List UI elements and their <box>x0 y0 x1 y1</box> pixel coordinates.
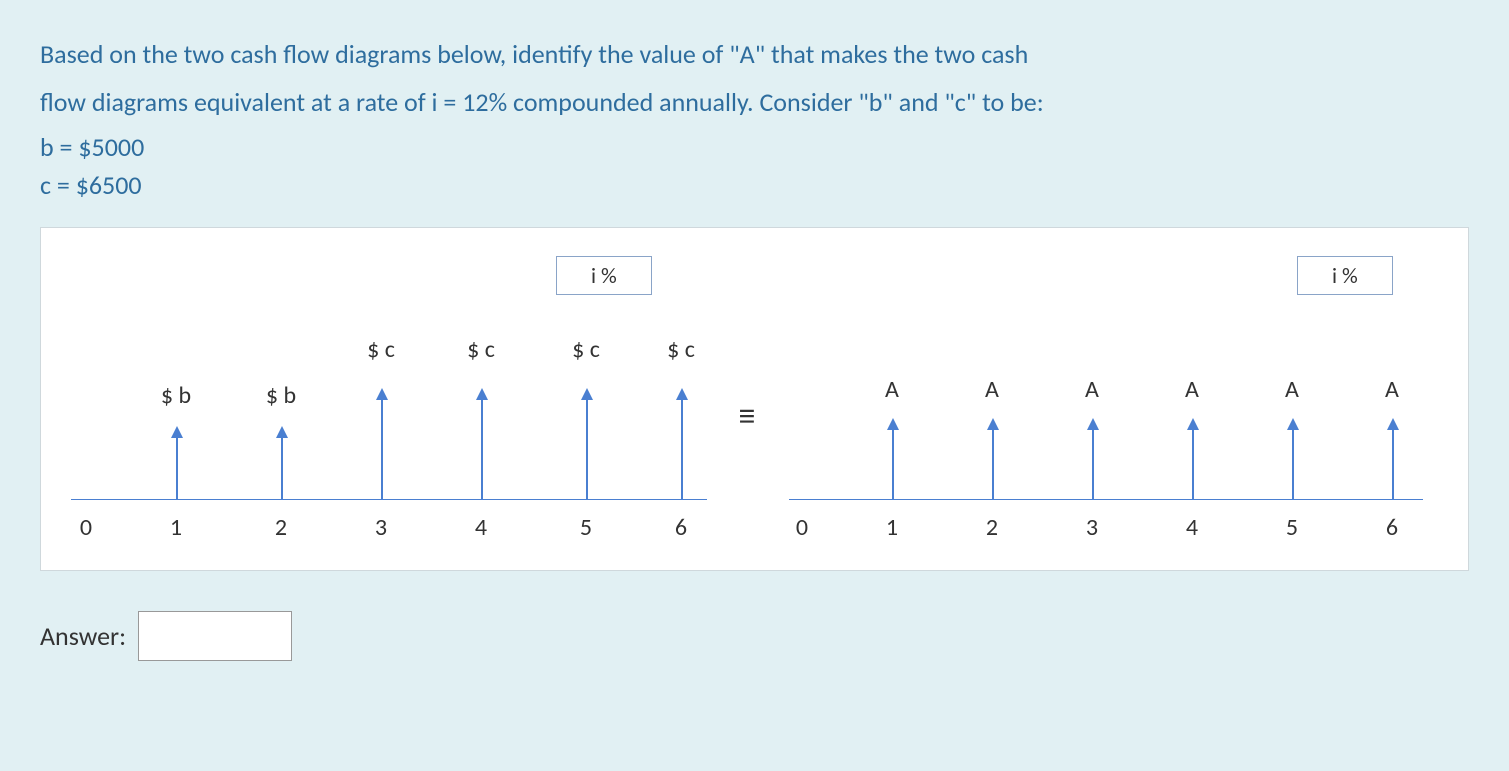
cashflow-arrow <box>381 390 383 500</box>
period-tick: 3 <box>1077 513 1107 542</box>
cashflow-arrow <box>176 428 178 500</box>
cashflow-label: $ b <box>266 381 296 410</box>
given-values: b = $5000 c = $6500 <box>40 131 1469 201</box>
cashflow-diagram-right: i % 0 1 2 3 4 5 6 A A A A A A <box>767 256 1453 556</box>
cashflow-label: A <box>1185 375 1199 404</box>
cashflow-arrow <box>1292 420 1294 500</box>
cashflow-diagram-left: i % 0 1 2 3 4 5 6 $ b $ b $ c $ c $ c $ c <box>41 256 727 556</box>
page-root: Based on the two cash flow diagrams belo… <box>0 0 1509 681</box>
cashflow-label: A <box>1085 375 1099 404</box>
period-tick: 1 <box>161 513 191 542</box>
question-line-1: Based on the two cash flow diagrams belo… <box>40 36 1240 74</box>
period-tick: 6 <box>1377 513 1407 542</box>
rate-box-left: i % <box>556 256 652 295</box>
question-line-2: flow diagrams equivalent at a rate of i … <box>40 84 1240 122</box>
period-tick: 5 <box>1277 513 1307 542</box>
time-axis-left <box>71 499 707 500</box>
period-tick: 2 <box>977 513 1007 542</box>
cashflow-label: A <box>1285 375 1299 404</box>
answer-label: Answer: <box>40 620 126 652</box>
cashflow-label: $ c <box>367 335 395 364</box>
cashflow-label: $ b <box>161 381 191 410</box>
cashflow-label: A <box>885 375 899 404</box>
period-tick: 5 <box>571 513 601 542</box>
cashflow-arrow <box>681 390 683 500</box>
time-axis-right <box>789 499 1423 500</box>
cashflow-label: A <box>985 375 999 404</box>
question-text: Based on the two cash flow diagrams belo… <box>40 36 1240 121</box>
cashflow-arrow <box>281 428 283 500</box>
period-tick: 4 <box>466 513 496 542</box>
period-tick: 1 <box>877 513 907 542</box>
value-b: b = $5000 <box>40 131 1469 163</box>
cashflow-arrow <box>1392 420 1394 500</box>
period-tick: 4 <box>1177 513 1207 542</box>
cashflow-label: $ c <box>667 335 695 364</box>
cashflow-arrow <box>892 420 894 500</box>
answer-input[interactable] <box>138 611 292 661</box>
cashflow-arrow <box>586 390 588 500</box>
answer-row: Answer: <box>40 611 1469 661</box>
period-tick: 6 <box>666 513 696 542</box>
period-tick: 3 <box>366 513 396 542</box>
period-tick: 2 <box>266 513 296 542</box>
value-c: c = $6500 <box>40 169 1469 201</box>
cashflow-arrow <box>1192 420 1194 500</box>
period-tick: 0 <box>71 513 101 542</box>
cashflow-arrow <box>1092 420 1094 500</box>
diagram-container: i % 0 1 2 3 4 5 6 $ b $ b $ c $ c $ c $ c ≡ i % 0 1 2 3… <box>40 227 1469 571</box>
equivalence-symbol: ≡ <box>727 396 767 437</box>
rate-box-right: i % <box>1297 256 1393 295</box>
cashflow-label: A <box>1385 375 1399 404</box>
cashflow-arrow <box>481 390 483 500</box>
cashflow-label: $ c <box>572 335 600 364</box>
cashflow-label: $ c <box>467 335 495 364</box>
period-tick: 0 <box>787 513 817 542</box>
cashflow-arrow <box>992 420 994 500</box>
